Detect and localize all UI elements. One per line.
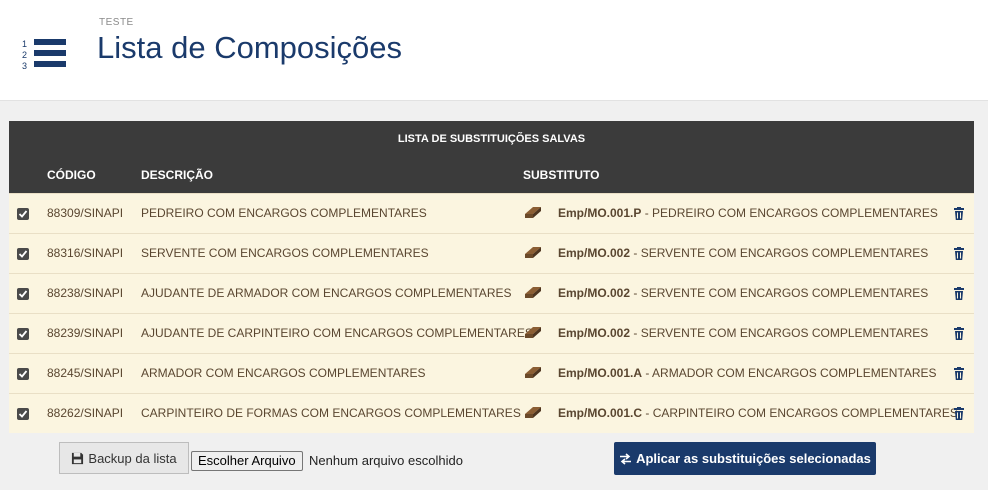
- table-row: 88239/SINAPI AJUDANTE DE CARPINTEIRO COM…: [9, 313, 974, 353]
- row-description: ARMADOR COM ENCARGOS COMPLEMENTARES: [141, 366, 426, 380]
- page-subtitle: TESTE: [99, 17, 134, 28]
- page-title: Lista de Composições: [97, 30, 402, 65]
- row-substitute-code: Emp/MO.001.P: [558, 206, 642, 220]
- table-banner: LISTA DE SUBSTITUIÇÕES SALVAS: [9, 121, 974, 157]
- row-code: 88316/SINAPI: [47, 246, 124, 260]
- eraser-icon[interactable]: [523, 244, 543, 260]
- floppy-disk-icon: [72, 452, 84, 464]
- row-code: 88309/SINAPI: [47, 206, 124, 220]
- file-status-text: Nenhum arquivo escolhido: [309, 453, 463, 468]
- logo-number-3: 3: [22, 61, 27, 70]
- trash-icon[interactable]: [954, 287, 964, 300]
- column-header-description: DESCRIÇÃO: [141, 168, 214, 182]
- swap-arrows-icon: [620, 452, 632, 465]
- row-substitute-description: - CARPINTEIRO COM ENCARGOS COMPLEMENTARE…: [642, 406, 958, 420]
- row-substitute-code: Emp/MO.002: [558, 246, 631, 260]
- backup-button-label: Backup da lista: [88, 450, 177, 466]
- table-column-headers: CÓDIGO DESCRIÇÃO SUBSTITUTO: [9, 157, 974, 193]
- row-substitute: Emp/MO.001.C - CARPINTEIRO COM ENCARGOS …: [558, 406, 958, 420]
- row-substitute: Emp/MO.002 - SERVENTE COM ENCARGOS COMPL…: [558, 326, 928, 340]
- row-description: AJUDANTE DE ARMADOR COM ENCARGOS COMPLEM…: [141, 286, 512, 300]
- eraser-icon[interactable]: [523, 284, 543, 300]
- eraser-icon[interactable]: [523, 324, 543, 340]
- table-row: 88309/SINAPI PEDREIRO COM ENCARGOS COMPL…: [9, 193, 974, 233]
- row-checkbox[interactable]: [17, 248, 29, 260]
- row-description: PEDREIRO COM ENCARGOS COMPLEMENTARES: [141, 206, 427, 220]
- row-checkbox[interactable]: [17, 288, 29, 300]
- trash-icon[interactable]: [954, 327, 964, 340]
- column-header-code: CÓDIGO: [47, 168, 96, 182]
- column-header-substitute: SUBSTITUTO: [523, 168, 600, 182]
- choose-file-button[interactable]: Escolher Arquivo: [191, 451, 303, 471]
- row-substitute-description: - SERVENTE COM ENCARGOS COMPLEMENTARES: [630, 326, 929, 340]
- row-checkbox[interactable]: [17, 328, 29, 340]
- row-code: 88238/SINAPI: [47, 286, 124, 300]
- row-substitute-description: - SERVENTE COM ENCARGOS COMPLEMENTARES: [630, 286, 929, 300]
- table-row: 88262/SINAPI CARPINTEIRO DE FORMAS COM E…: [9, 393, 974, 433]
- page-header: 1 2 3 TESTE Lista de Composições: [0, 0, 988, 101]
- row-code: 88245/SINAPI: [47, 366, 124, 380]
- table-row: 88238/SINAPI AJUDANTE DE ARMADOR COM ENC…: [9, 273, 974, 313]
- logo-number-2: 2: [22, 50, 27, 60]
- apply-button-label: Aplicar as substituições selecionadas: [636, 451, 871, 466]
- row-description: SERVENTE COM ENCARGOS COMPLEMENTARES: [141, 246, 429, 260]
- row-substitute-code: Emp/MO.001.C: [558, 406, 643, 420]
- row-substitute-code: Emp/MO.002: [558, 286, 631, 300]
- row-substitute-description: - ARMADOR COM ENCARGOS COMPLEMENTARES: [642, 366, 937, 380]
- row-substitute-description: - SERVENTE COM ENCARGOS COMPLEMENTARES: [630, 246, 929, 260]
- row-description: AJUDANTE DE CARPINTEIRO COM ENCARGOS COM…: [141, 326, 533, 340]
- trash-icon[interactable]: [954, 207, 964, 220]
- logo-number-1: 1: [22, 39, 27, 49]
- eraser-icon[interactable]: [523, 204, 543, 220]
- trash-icon[interactable]: [954, 407, 964, 420]
- trash-icon[interactable]: [954, 247, 964, 260]
- row-checkbox[interactable]: [17, 368, 29, 380]
- eraser-icon[interactable]: [523, 404, 543, 420]
- table-row: 88316/SINAPI SERVENTE COM ENCARGOS COMPL…: [9, 233, 974, 273]
- apply-substitutions-button[interactable]: Aplicar as substituições selecionadas: [614, 442, 876, 475]
- backup-button[interactable]: Backup da lista: [59, 442, 189, 474]
- row-description: CARPINTEIRO DE FORMAS COM ENCARGOS COMPL…: [141, 406, 521, 420]
- trash-icon[interactable]: [954, 367, 964, 380]
- row-substitute-description: - PEDREIRO COM ENCARGOS COMPLEMENTARES: [641, 206, 938, 220]
- row-substitute-code: Emp/MO.001.A: [558, 366, 643, 380]
- table-body: 88309/SINAPI PEDREIRO COM ENCARGOS COMPL…: [9, 193, 974, 433]
- row-code: 88262/SINAPI: [47, 406, 124, 420]
- numbered-list-icon: 1 2 3: [22, 39, 66, 70]
- row-substitute: Emp/MO.002 - SERVENTE COM ENCARGOS COMPL…: [558, 286, 928, 300]
- row-code: 88239/SINAPI: [47, 326, 124, 340]
- row-substitute: Emp/MO.001.A - ARMADOR COM ENCARGOS COMP…: [558, 366, 937, 380]
- substitutions-table: LISTA DE SUBSTITUIÇÕES SALVAS CÓDIGO DES…: [9, 121, 974, 433]
- row-substitute: Emp/MO.001.P - PEDREIRO COM ENCARGOS COM…: [558, 206, 938, 220]
- table-row: 88245/SINAPI ARMADOR COM ENCARGOS COMPLE…: [9, 353, 974, 393]
- row-checkbox[interactable]: [17, 408, 29, 420]
- row-substitute-code: Emp/MO.002: [558, 326, 631, 340]
- row-substitute: Emp/MO.002 - SERVENTE COM ENCARGOS COMPL…: [558, 246, 928, 260]
- row-checkbox[interactable]: [17, 208, 29, 220]
- eraser-icon[interactable]: [523, 364, 543, 380]
